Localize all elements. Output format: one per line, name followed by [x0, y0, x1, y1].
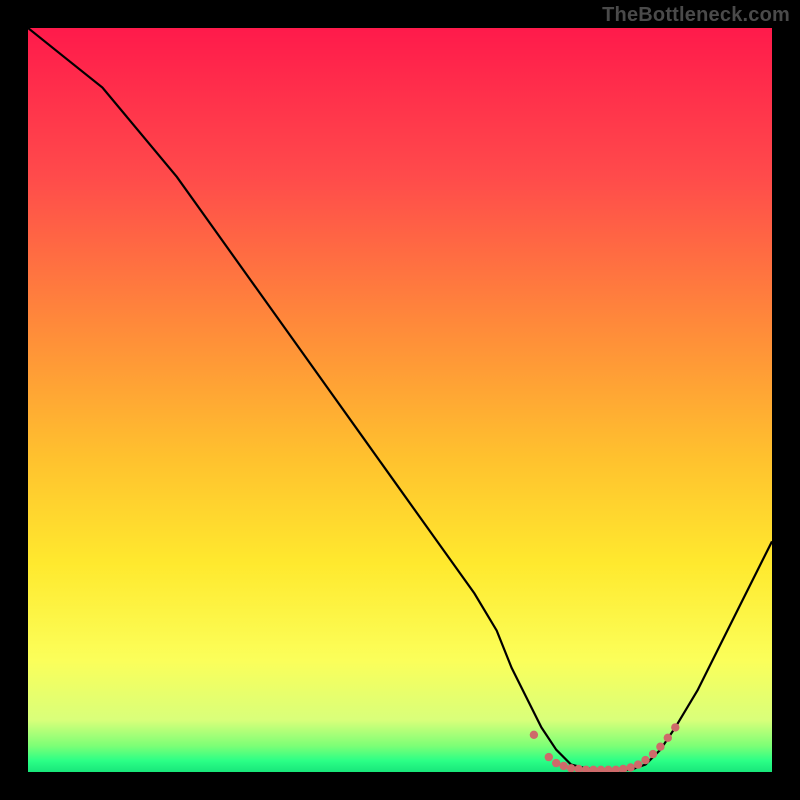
- optimal-marker-dot: [560, 762, 568, 770]
- optimal-marker-dot: [671, 723, 679, 731]
- chart-svg: [28, 28, 772, 772]
- plot-area: [28, 28, 772, 772]
- chart-container: TheBottleneck.com: [0, 0, 800, 800]
- optimal-marker-dot: [634, 760, 642, 768]
- gradient-background: [28, 28, 772, 772]
- optimal-marker-dot: [552, 759, 560, 767]
- watermark-text: TheBottleneck.com: [602, 4, 790, 27]
- optimal-marker-dot: [664, 734, 672, 742]
- optimal-marker-dot: [641, 756, 649, 764]
- optimal-marker-dot: [656, 743, 664, 751]
- optimal-marker-dot: [530, 731, 538, 739]
- optimal-marker-dot: [626, 763, 634, 771]
- optimal-marker-dot: [545, 753, 553, 761]
- optimal-marker-dot: [649, 750, 657, 758]
